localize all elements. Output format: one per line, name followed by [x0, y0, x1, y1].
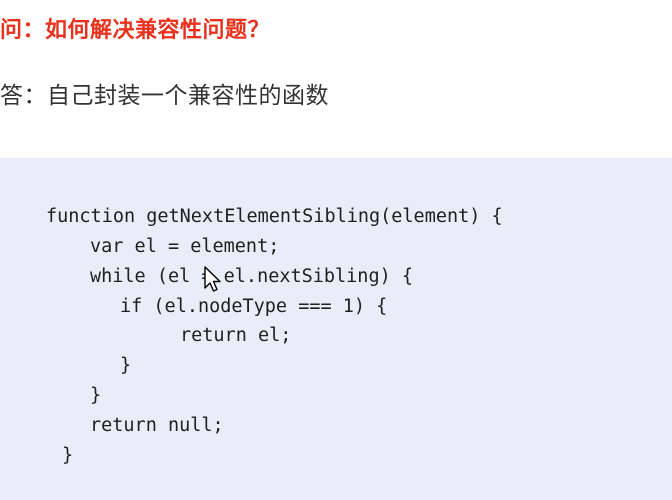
code-line-4: if (el.nodeType === 1) {	[120, 296, 388, 317]
question-heading: 问：如何解决兼容性问题？	[0, 18, 271, 43]
code-line-1: function getNextElementSibling(element) …	[46, 206, 503, 227]
code-line-6: }	[120, 355, 132, 376]
mouse-pointer-icon	[204, 266, 221, 292]
code-line-7: }	[90, 385, 102, 406]
code-line-8: return null;	[90, 415, 224, 436]
code-line-2: var el = element;	[90, 236, 280, 257]
answer-text: 答：自己封装一个兼容性的函数	[0, 83, 329, 109]
code-line-3: while (el = el.nextSibling) {	[90, 266, 414, 287]
code-line-5: return el;	[180, 325, 292, 346]
code-line-9: }	[62, 445, 74, 466]
